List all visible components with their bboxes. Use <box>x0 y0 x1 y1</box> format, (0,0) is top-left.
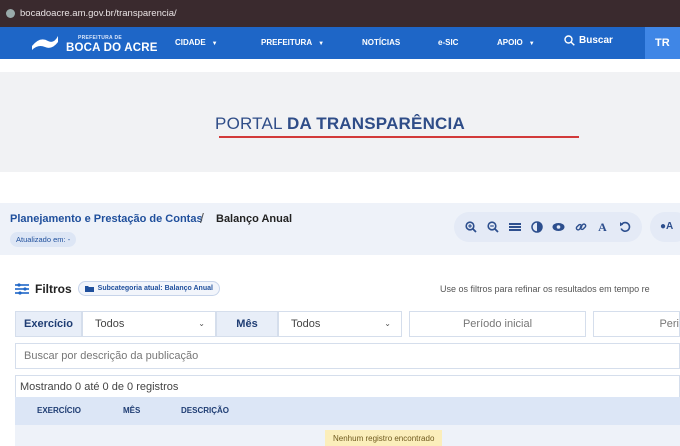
mes-select[interactable]: Todos ⌄ <box>278 311 402 337</box>
logo-title[interactable]: BOCA DO ACRE <box>66 42 158 54</box>
subcategory-text: Subcategoria atual: Balanço Anual <box>97 285 213 292</box>
title-underline <box>219 136 579 138</box>
page-title: PORTAL DA TRANSPARÊNCIA <box>0 114 680 134</box>
nav-item-prefeitura[interactable]: PREFEITURA ▼ <box>261 38 324 47</box>
nav-item-noticias[interactable]: NOTÍCIAS <box>362 38 400 47</box>
mes-label: Mês <box>216 311 278 337</box>
breadcrumb-current: Balanço Anual <box>216 213 292 225</box>
records-info: Mostrando 0 até 0 de 0 registros <box>15 375 680 397</box>
logo-wave-icon[interactable] <box>30 32 60 52</box>
breadcrumb-separator: / <box>200 210 204 226</box>
nav-label: NOTÍCIAS <box>362 38 401 47</box>
nav-item-esic[interactable]: e-SIC <box>438 38 458 47</box>
zoom-in-icon[interactable] <box>461 218 480 237</box>
column-header-mes[interactable]: MÊS <box>123 406 140 415</box>
column-header-descricao[interactable]: DESCRIÇÃO <box>181 406 229 415</box>
filters-header: Filtros Subcategoria atual: Balanço Anua… <box>15 281 220 296</box>
chevron-down-icon: ▼ <box>528 41 535 47</box>
nav-item-apoio[interactable]: APOIO ▼ <box>497 38 535 47</box>
nav-item-cidade[interactable]: CIDADE ▼ <box>175 38 218 47</box>
subcategory-badge: Subcategoria atual: Balanço Anual <box>77 281 220 296</box>
transparency-button[interactable]: TR <box>645 27 680 59</box>
page-title-light: PORTAL <box>215 114 287 133</box>
reset-icon[interactable] <box>615 218 634 237</box>
chevron-down-icon: ▼ <box>318 41 325 47</box>
url-text[interactable]: bocadoacre.am.gov.br/transparencia/ <box>20 8 177 19</box>
column-header-exercicio[interactable]: EXERCÍCIO <box>37 406 81 415</box>
font-icon[interactable]: A <box>593 218 612 237</box>
filters-label: Filtros <box>35 281 72 296</box>
periodo-inicial-input[interactable]: Período inicial <box>409 311 586 337</box>
exercicio-value: Todos <box>95 318 125 330</box>
description-search-input[interactable]: Buscar por descrição da publicação <box>15 343 680 369</box>
chevron-down-icon: ⌄ <box>384 319 391 328</box>
nav-label: PREFEITURA <box>261 38 313 47</box>
nav-label: CIDADE <box>175 38 206 47</box>
search-label: Buscar <box>579 35 613 46</box>
accessibility-extra-button[interactable]: ●A <box>650 212 680 242</box>
contrast-icon[interactable] <box>527 218 546 237</box>
mes-value: Todos <box>291 318 321 330</box>
site-header: PREFEITURA DE BOCA DO ACRE CIDADE ▼ PREFE… <box>0 27 680 59</box>
browser-url-bar[interactable]: bocadoacre.am.gov.br/transparencia/ <box>0 0 680 27</box>
nav-label: APOIO <box>497 38 523 47</box>
contrast-bars-icon[interactable] <box>505 218 524 237</box>
nav-label: e-SIC <box>438 38 459 47</box>
link-icon[interactable] <box>571 218 590 237</box>
periodo-final-input[interactable]: Peri <box>593 311 680 337</box>
folder-icon <box>84 286 94 292</box>
chevron-down-icon: ▼ <box>211 41 218 47</box>
breadcrumb-parent[interactable]: Planejamento e Prestação de Contas <box>10 213 203 225</box>
filters-hint: Use os filtros para refinar os resultado… <box>440 284 650 294</box>
zoom-out-icon[interactable] <box>483 218 502 237</box>
accessibility-extra-label: A <box>666 221 674 232</box>
sliders-icon <box>15 282 29 295</box>
updated-badge: Atualizado em: - <box>10 232 77 247</box>
filter-row: Exercício Todos ⌄ Mês Todos ⌄ Período in… <box>15 311 680 337</box>
exercicio-label: Exercício <box>15 311 82 337</box>
accessibility-toolbar: A <box>454 212 642 242</box>
empty-message: Nenhum registro encontrado <box>325 430 443 446</box>
exercicio-select[interactable]: Todos ⌄ <box>82 311 216 337</box>
page-title-bold: DA TRANSPARÊNCIA <box>287 114 465 133</box>
search-icon <box>564 35 575 46</box>
table-header: EXERCÍCIO MÊS DESCRIÇÃO <box>15 397 680 425</box>
eye-icon[interactable] <box>549 218 568 237</box>
chevron-down-icon: ⌄ <box>198 319 205 328</box>
site-info-icon[interactable] <box>6 9 15 18</box>
logo-subtitle: PREFEITURA DE <box>78 35 122 41</box>
search-button[interactable]: Buscar <box>564 35 613 46</box>
